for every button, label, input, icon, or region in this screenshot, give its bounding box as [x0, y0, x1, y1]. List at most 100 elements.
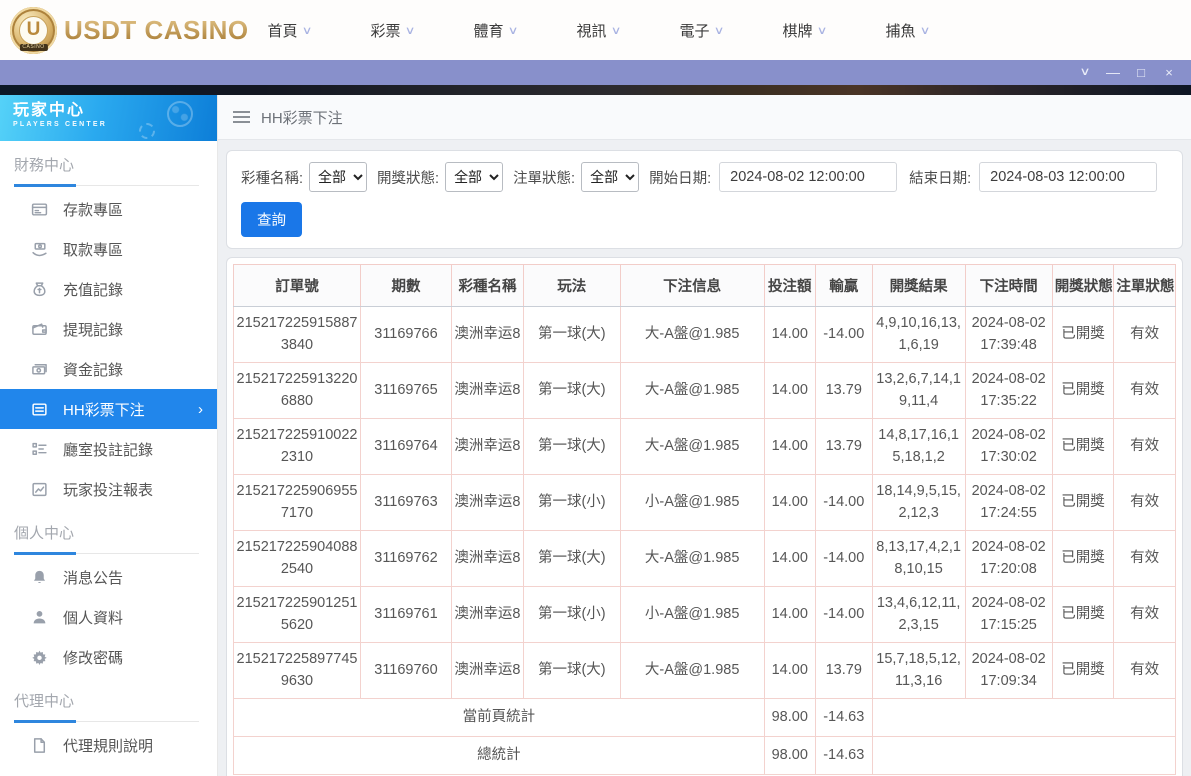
bet-time-cell: 2024-08-02 17:30:02 — [964, 418, 1053, 475]
dark-divider-strip — [0, 85, 1191, 95]
sidebar-item-gear[interactable]: 修改密碼 — [0, 637, 217, 677]
hamburger-menu-icon[interactable] — [233, 108, 250, 126]
top-nav-bar: U CASINO USDT CASINO 首頁 ∨ 彩票 ∨ 體育 ∨ 視訊 ∨ 電子 ∨ 棋牌 ∨ 捕… — [0, 0, 1191, 60]
win-loss-cell: 13.79 — [814, 362, 873, 419]
nav-item-5[interactable]: 棋牌 ∨ — [753, 20, 856, 41]
bet-status-cell: 有效 — [1113, 530, 1176, 587]
win-loss-cell: -14.00 — [814, 586, 873, 643]
sidebar-item-document[interactable]: 代理規則說明 — [0, 725, 217, 765]
window-title-bar: ∨ — □ × — [0, 60, 1191, 85]
table-row: 2152172259012515620 31169761 澳洲幸运8 第一球(小) 小-… — [233, 586, 1176, 643]
col-header-win-loss: 輸贏 — [814, 264, 873, 307]
sidebar-item-deposit-card[interactable]: 存款專區 — [0, 189, 217, 229]
section-heading-0: 財務中心 — [14, 157, 75, 174]
col-header-draw-status: 開獎狀態 — [1051, 264, 1115, 307]
bet-status-select[interactable]: 全部 — [581, 162, 640, 192]
summary-empty — [871, 736, 1177, 775]
period-cell: 31169761 — [359, 586, 452, 643]
bet-info-cell: 大-A盤@1.985 — [619, 306, 765, 363]
nav-item-4[interactable]: 電子 ∨ — [650, 20, 753, 41]
draw-result-cell: 18,14,9,5,15,2,12,3 — [871, 474, 966, 531]
section-underline — [14, 182, 199, 187]
order-no-cell: 2152172258977459630 — [233, 642, 361, 699]
bet-status-cell: 有效 — [1113, 362, 1176, 419]
nav-item-label: 電子 — [679, 22, 710, 40]
page-title: HH彩票下注 — [261, 109, 343, 127]
chevron-down-icon: ∨ — [611, 24, 622, 37]
nav-item-3[interactable]: 視訊 ∨ — [547, 20, 650, 41]
bet-amount-cell: 14.00 — [763, 642, 816, 699]
bet-info-cell: 大-A盤@1.985 — [619, 642, 765, 699]
window-maximize-icon[interactable]: □ — [1127, 60, 1155, 85]
col-header-play-type: 玩法 — [522, 264, 621, 307]
sidebar-item-label: 個人資料 — [63, 609, 124, 627]
sidebar-item-label: HH彩票下注 — [63, 401, 145, 419]
sidebar-item-label: 廳室投註記錄 — [63, 441, 154, 459]
nav-item-2[interactable]: 體育 ∨ — [444, 20, 547, 41]
sidebar-item-withdraw-hand[interactable]: 取款專區 — [0, 229, 217, 269]
period-cell: 31169762 — [359, 530, 452, 587]
end-date-input[interactable] — [979, 162, 1158, 192]
window-close-icon[interactable]: × — [1155, 60, 1183, 85]
draw-status-select[interactable]: 全部 — [445, 162, 504, 192]
play-type-cell: 第一球(小) — [522, 474, 621, 531]
section-underline — [14, 550, 199, 555]
section-underline — [14, 718, 199, 723]
recharge-moneybag-icon — [31, 281, 48, 298]
order-no-cell: 2152172259158873840 — [233, 306, 361, 363]
sidebar-item-recharge-moneybag[interactable]: 充值記錄 — [0, 269, 217, 309]
draw-result-cell: 13,2,6,7,14,19,11,4 — [871, 362, 966, 419]
lottery-name-cell: 澳洲幸运8 — [450, 418, 524, 475]
order-no-cell: 2152172259012515620 — [233, 586, 361, 643]
sidebar: 玩家中心 PLAYERS CENTER 財務中心存款專區 取款專區 充值記錄提現記錄… — [0, 95, 218, 776]
summary-bet-amount: 98.00 — [763, 736, 816, 775]
period-cell: 31169764 — [359, 418, 452, 475]
table-row: 2152172258977459630 31169760 澳洲幸运8 第一球(大) 大-… — [233, 642, 1176, 699]
period-cell: 31169760 — [359, 642, 452, 699]
nav-item-0[interactable]: 首頁 ∨ — [238, 20, 341, 41]
play-type-cell: 第一球(大) — [522, 362, 621, 419]
bets-table: 訂單號 期數 彩種名稱 玩法 下注信息 投注額 輸贏 開獎結果 下注時間 開獎狀態 注單狀態 215… — [233, 264, 1177, 775]
sidebar-item-report-chart[interactable]: 玩家投注報表 — [0, 469, 217, 509]
nav-item-label: 彩票 — [370, 22, 401, 40]
sidebar-item-person[interactable]: 個人資料 — [0, 597, 217, 637]
col-header-order-no: 訂單號 — [233, 264, 361, 307]
brand-name: USDT CASINO — [64, 14, 249, 45]
sidebar-item-bell[interactable]: 消息公告 — [0, 557, 217, 597]
window-chevron-down-icon[interactable]: ∨ — [1065, 60, 1104, 85]
bet-info-cell: 大-A盤@1.985 — [619, 362, 765, 419]
sidebar-item-funds-money[interactable]: 資金記錄 — [0, 349, 217, 389]
order-no-cell: 2152172259069557170 — [233, 474, 361, 531]
sidebar-item-withdraw-wallet[interactable]: 提現記錄 — [0, 309, 217, 349]
sidebar-item-lottery-bet[interactable]: HH彩票下注 › — [0, 389, 217, 429]
play-type-cell: 第一球(大) — [522, 530, 621, 587]
sidebar-item-label: 提現記錄 — [63, 321, 124, 339]
col-header-draw-result: 開獎結果 — [871, 264, 966, 307]
sidebar-header: 玩家中心 PLAYERS CENTER — [0, 95, 217, 141]
nav-item-label: 體育 — [473, 22, 504, 40]
brand-logo[interactable]: U CASINO USDT CASINO — [10, 6, 248, 54]
win-loss-cell: 13.79 — [814, 642, 873, 699]
order-no-cell: 2152172259040882540 — [233, 530, 361, 587]
nav-item-6[interactable]: 捕魚 ∨ — [856, 20, 959, 41]
bet-time-cell: 2024-08-02 17:09:34 — [964, 642, 1053, 699]
draw-status-cell: 已開獎 — [1051, 362, 1115, 419]
bet-amount-cell: 14.00 — [763, 474, 816, 531]
start-date-input[interactable] — [719, 162, 898, 192]
table-row: 2152172259069557170 31169763 澳洲幸运8 第一球(小) 小-… — [233, 474, 1176, 531]
draw-status-label: 開獎狀態: — [377, 170, 440, 187]
order-no-cell: 2152172259100222310 — [233, 418, 361, 475]
sidebar-item-room-record[interactable]: 廳室投註記錄 — [0, 429, 217, 469]
play-type-cell: 第一球(大) — [522, 642, 621, 699]
window-controls: ∨ — □ × — [1071, 60, 1183, 85]
search-button[interactable]: 查詢 — [241, 202, 302, 237]
nav-item-1[interactable]: 彩票 ∨ — [341, 20, 444, 41]
play-type-cell: 第一球(大) — [522, 418, 621, 475]
draw-status-cell: 已開獎 — [1051, 642, 1115, 699]
sidebar-item-label: 修改密碼 — [63, 649, 124, 667]
current-page-summary-row: 當前頁統計 98.00 -14.63 — [233, 698, 1177, 737]
chevron-down-icon: ∨ — [508, 24, 519, 37]
lottery-bet-icon — [31, 401, 48, 418]
lottery-name-select[interactable]: 全部 — [309, 162, 368, 192]
col-header-bet-time: 下注時間 — [964, 264, 1053, 307]
